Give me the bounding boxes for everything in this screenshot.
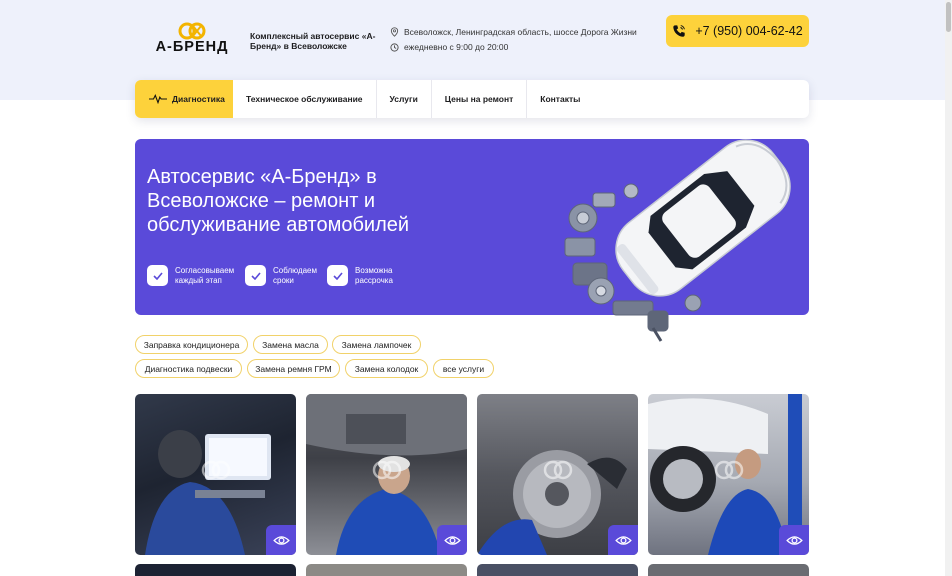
gallery-photo[interactable]: [648, 564, 809, 576]
hours-text: ежедневно с 9:00 до 20:00: [404, 42, 509, 52]
gallery-photo-brake-disc[interactable]: [477, 394, 638, 555]
hero-title: Автосервис «А-Бренд» в Всеволожске – рем…: [147, 166, 410, 236]
address-text: Всеволожск, Ленинградская область, шоссе…: [404, 27, 637, 37]
watermark-logo-icon: [201, 460, 231, 480]
watermark-logo-icon: [543, 460, 573, 480]
gallery-photo[interactable]: [477, 564, 638, 576]
phone-number: +7 (950) 004-62-42: [695, 24, 803, 38]
feature-label: Возможна рассрочка: [355, 266, 393, 285]
eye-icon: [614, 535, 632, 545]
logo-rings-icon: [178, 22, 206, 40]
gallery-photo-wheel-service[interactable]: [648, 394, 809, 555]
working-hours: ежедневно с 9:00 до 20:00: [390, 42, 508, 52]
nav-item-diagnostics[interactable]: Диагностика: [135, 80, 233, 118]
nav-label: Техническое обслуживание: [246, 94, 363, 104]
logo[interactable]: А-БРЕНД: [152, 22, 232, 56]
scrollbar-thumb[interactable]: [946, 2, 951, 32]
tag-oil-change[interactable]: Замена масла: [253, 335, 328, 354]
phone-icon: [673, 25, 686, 37]
feature-deadlines: Соблюдаем сроки: [245, 265, 328, 286]
tag-brake-pads[interactable]: Замена колодок: [345, 359, 428, 378]
feature-approval: Согласовываем каждый этап: [147, 265, 245, 286]
hero-banner: Автосервис «А-Бренд» в Всеволожске – рем…: [135, 139, 809, 342]
feature-label: Соблюдаем сроки: [273, 266, 318, 285]
tag-ac-refill[interactable]: Заправка кондиционера: [135, 335, 248, 354]
nav-label: Контакты: [540, 94, 581, 104]
eye-icon: [785, 535, 803, 545]
clock-icon: [390, 42, 399, 52]
car-parts-illustration: [564, 139, 791, 342]
gallery-photo-under-car[interactable]: [306, 394, 467, 555]
main-nav: Диагностика Техническое обслуживание Усл…: [135, 80, 809, 118]
nav-item-services[interactable]: Услуги: [377, 80, 432, 118]
feature-installments: Возможна рассрочка: [327, 265, 405, 286]
gallery-photo[interactable]: [135, 564, 296, 576]
gallery-photo-laptop-diagnostics[interactable]: [135, 394, 296, 555]
tagline: Комплексный автосервис «А-Бренд» в Всево…: [250, 31, 376, 51]
map-pin-icon: [390, 27, 399, 37]
nav-label: Услуги: [389, 94, 418, 104]
view-photo-button[interactable]: [608, 525, 638, 555]
feature-label: Согласовываем каждый этап: [175, 266, 235, 285]
check-icon: [327, 265, 348, 286]
tag-suspension-diagnostics[interactable]: Диагностика подвески: [135, 359, 242, 378]
view-photo-button[interactable]: [437, 525, 467, 555]
eye-icon: [272, 535, 290, 545]
tag-timing-belt[interactable]: Замена ремня ГРМ: [247, 359, 340, 378]
view-photo-button[interactable]: [266, 525, 296, 555]
nav-item-prices[interactable]: Цены на ремонт: [432, 80, 528, 118]
gallery-photo[interactable]: [306, 564, 467, 576]
watermark-logo-icon: [372, 460, 402, 480]
check-icon: [245, 265, 266, 286]
scrollbar[interactable]: [945, 0, 952, 576]
nav-item-maintenance[interactable]: Техническое обслуживание: [233, 80, 377, 118]
logo-text: А-БРЕНД: [155, 39, 229, 55]
watermark-logo-icon: [714, 460, 744, 480]
pulse-icon: [149, 94, 167, 104]
phone-button[interactable]: +7 (950) 004-62-42: [666, 15, 809, 47]
tag-all-services[interactable]: все услуги: [433, 359, 494, 378]
view-photo-button[interactable]: [779, 525, 809, 555]
address: Всеволожск, Ленинградская область, шоссе…: [390, 27, 637, 37]
nav-label: Цены на ремонт: [444, 94, 514, 104]
nav-item-contacts[interactable]: Контакты: [527, 80, 593, 118]
tag-bulb-replacement[interactable]: Замена лампочек: [332, 335, 421, 354]
nav-label: Диагностика: [172, 94, 225, 104]
check-icon: [147, 265, 168, 286]
eye-icon: [443, 535, 461, 545]
